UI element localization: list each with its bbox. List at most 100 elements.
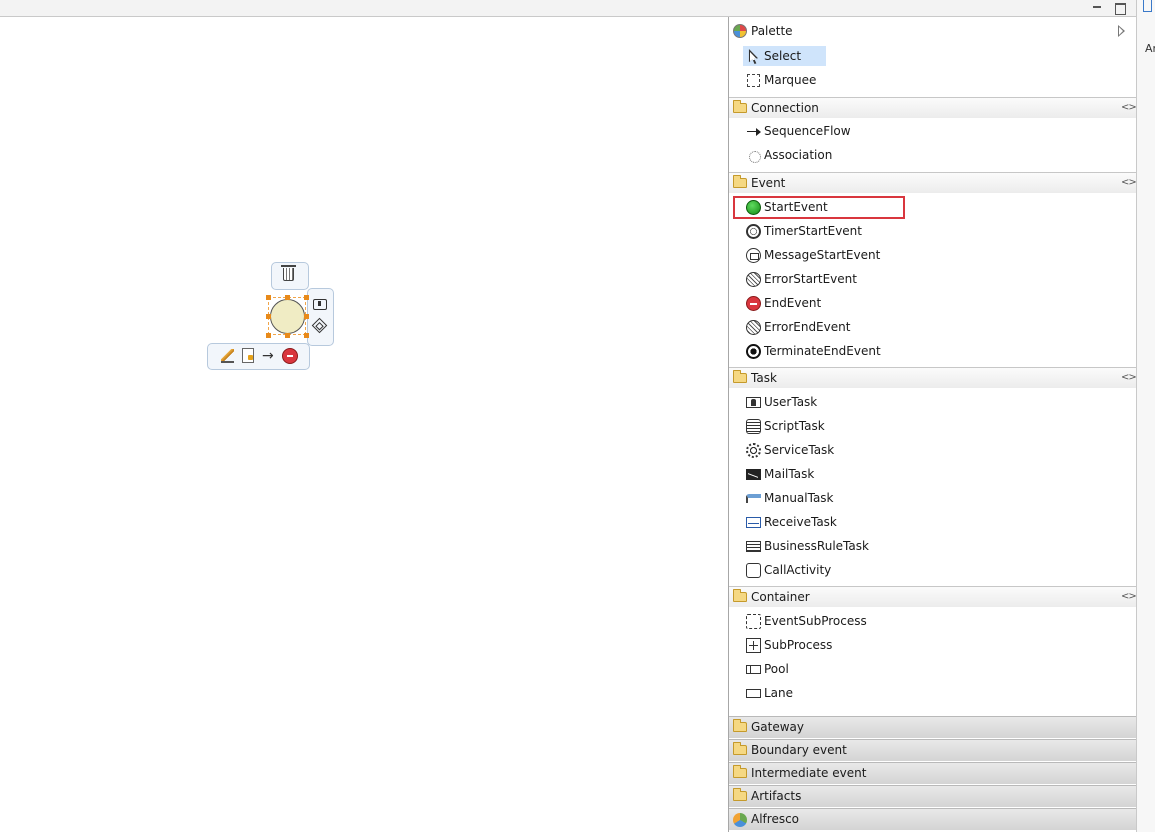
tool-label: BusinessRuleTask	[764, 539, 869, 553]
tool-event-subprocess[interactable]: EventSubProcess	[729, 610, 1136, 632]
tool-label: Marquee	[764, 73, 817, 87]
tool-label: Pool	[764, 662, 789, 676]
connect-arrow-icon[interactable]: →	[262, 349, 274, 363]
pin-drawer-icon[interactable]: <>	[1121, 177, 1137, 188]
drawer-alfresco[interactable]: Alfresco	[729, 808, 1136, 830]
tool-label: EndEvent	[764, 296, 822, 310]
tool-pool[interactable]: Pool	[729, 658, 1136, 680]
tool-association[interactable]: Association	[729, 144, 1136, 166]
tool-mail-task[interactable]: MailTask	[729, 463, 1136, 485]
tool-sequence-flow[interactable]: SequenceFlow	[729, 120, 1136, 142]
timer-event-icon	[746, 224, 761, 239]
drawer-label: Intermediate event	[751, 766, 867, 780]
minimize-icon[interactable]	[1090, 1, 1104, 15]
resize-handle[interactable]	[266, 314, 271, 319]
annotation-highlight-box	[733, 196, 905, 219]
call-activity-icon	[746, 563, 761, 578]
tool-label: MailTask	[764, 467, 815, 481]
resize-handle[interactable]	[285, 333, 290, 338]
tool-label: EventSubProcess	[764, 614, 867, 628]
drawer-label: Connection	[751, 101, 819, 115]
collapse-palette-icon[interactable]	[1118, 25, 1125, 37]
append-user-task-icon[interactable]	[313, 299, 327, 310]
drawer-task[interactable]: Task <>	[729, 367, 1137, 388]
drawer-connection[interactable]: Connection <>	[729, 97, 1137, 118]
tool-business-rule-task[interactable]: BusinessRuleTask	[729, 535, 1136, 557]
drawer-label: Task	[751, 371, 777, 385]
resize-handle[interactable]	[304, 295, 309, 300]
error-end-event-icon	[746, 320, 761, 335]
context-pad-right	[307, 288, 334, 346]
drawer-label: Alfresco	[751, 812, 800, 826]
tool-timer-start-event[interactable]: TimerStartEvent	[729, 220, 1136, 242]
resize-handle[interactable]	[285, 295, 290, 300]
pin-drawer-icon[interactable]: <>	[1121, 372, 1137, 383]
tool-label: ReceiveTask	[764, 515, 837, 529]
pin-drawer-icon[interactable]: <>	[1121, 102, 1137, 113]
edit-pen-icon[interactable]	[221, 349, 234, 363]
drawer-label: Artifacts	[751, 789, 802, 803]
side-tab-label[interactable]: Ar	[1145, 42, 1155, 55]
drawer-label: Container	[751, 590, 810, 604]
drawer-boundary-event[interactable]: Boundary event	[729, 739, 1136, 761]
drawer-gateway[interactable]: Gateway	[729, 716, 1136, 738]
envelope-icon	[746, 517, 761, 528]
tool-error-end-event[interactable]: ErrorEndEvent	[729, 316, 1136, 338]
tool-label: TerminateEndEvent	[764, 344, 881, 358]
mail-icon	[746, 469, 761, 480]
marquee-icon	[747, 74, 760, 87]
resize-handle[interactable]	[266, 333, 271, 338]
tool-call-activity[interactable]: CallActivity	[729, 559, 1136, 581]
tool-label: ScriptTask	[764, 419, 825, 433]
drawer-container[interactable]: Container <>	[729, 586, 1137, 607]
tool-lane[interactable]: Lane	[729, 682, 1136, 704]
tool-user-task[interactable]: UserTask	[729, 391, 1136, 413]
drawer-artifacts[interactable]: Artifacts	[729, 785, 1136, 807]
tool-terminate-end-event[interactable]: TerminateEndEvent	[729, 340, 1136, 362]
palette-header: Palette	[729, 17, 1136, 44]
drawer-intermediate-event[interactable]: Intermediate event	[729, 762, 1136, 784]
tool-service-task[interactable]: ServiceTask	[729, 439, 1136, 461]
editor-title-bar	[0, 0, 1136, 17]
folder-open-icon	[733, 370, 747, 383]
tool-marquee[interactable]: Marquee	[729, 69, 1136, 91]
tool-manual-task[interactable]: ManualTask	[729, 487, 1136, 509]
resize-handle[interactable]	[304, 333, 309, 338]
tool-error-start-event[interactable]: ErrorStartEvent	[729, 268, 1136, 290]
drawer-event[interactable]: Event <>	[729, 172, 1137, 193]
append-end-event-icon[interactable]	[282, 348, 298, 364]
diagram-canvas[interactable]	[0, 17, 728, 832]
tool-label: SequenceFlow	[764, 124, 851, 138]
folder-open-icon	[733, 589, 747, 602]
message-event-icon	[746, 248, 761, 263]
folder-open-icon	[733, 100, 747, 113]
tool-select[interactable]: Select	[729, 45, 1136, 67]
lane-icon	[746, 689, 761, 698]
maximize-icon[interactable]	[1113, 1, 1127, 15]
tool-receive-task[interactable]: ReceiveTask	[729, 511, 1136, 533]
user-task-icon	[746, 397, 761, 408]
folder-icon	[733, 788, 747, 801]
tool-end-event[interactable]: EndEvent	[729, 292, 1136, 314]
pin-drawer-icon[interactable]: <>	[1121, 591, 1137, 602]
resize-handle[interactable]	[266, 295, 271, 300]
palette-icon	[733, 24, 747, 38]
tool-label: ManualTask	[764, 491, 834, 505]
tool-label: Select	[764, 49, 802, 63]
error-event-icon	[746, 272, 761, 287]
delete-icon[interactable]	[281, 265, 296, 281]
subprocess-plus-icon	[746, 638, 761, 653]
outline-view-icon[interactable]	[1143, 0, 1152, 12]
script-task-icon	[746, 419, 761, 434]
tool-subprocess[interactable]: SubProcess	[729, 634, 1136, 656]
tool-label: TimerStartEvent	[764, 224, 862, 238]
tool-script-task[interactable]: ScriptTask	[729, 415, 1136, 437]
tool-label: Lane	[764, 686, 794, 700]
terminate-event-icon	[746, 344, 761, 359]
annotation-icon[interactable]	[242, 348, 254, 363]
tool-message-start-event[interactable]: MessageStartEvent	[729, 244, 1136, 266]
resize-handle[interactable]	[304, 314, 309, 319]
start-event-shape[interactable]	[270, 299, 305, 334]
tool-label: ServiceTask	[764, 443, 835, 457]
event-subprocess-icon	[746, 614, 761, 629]
